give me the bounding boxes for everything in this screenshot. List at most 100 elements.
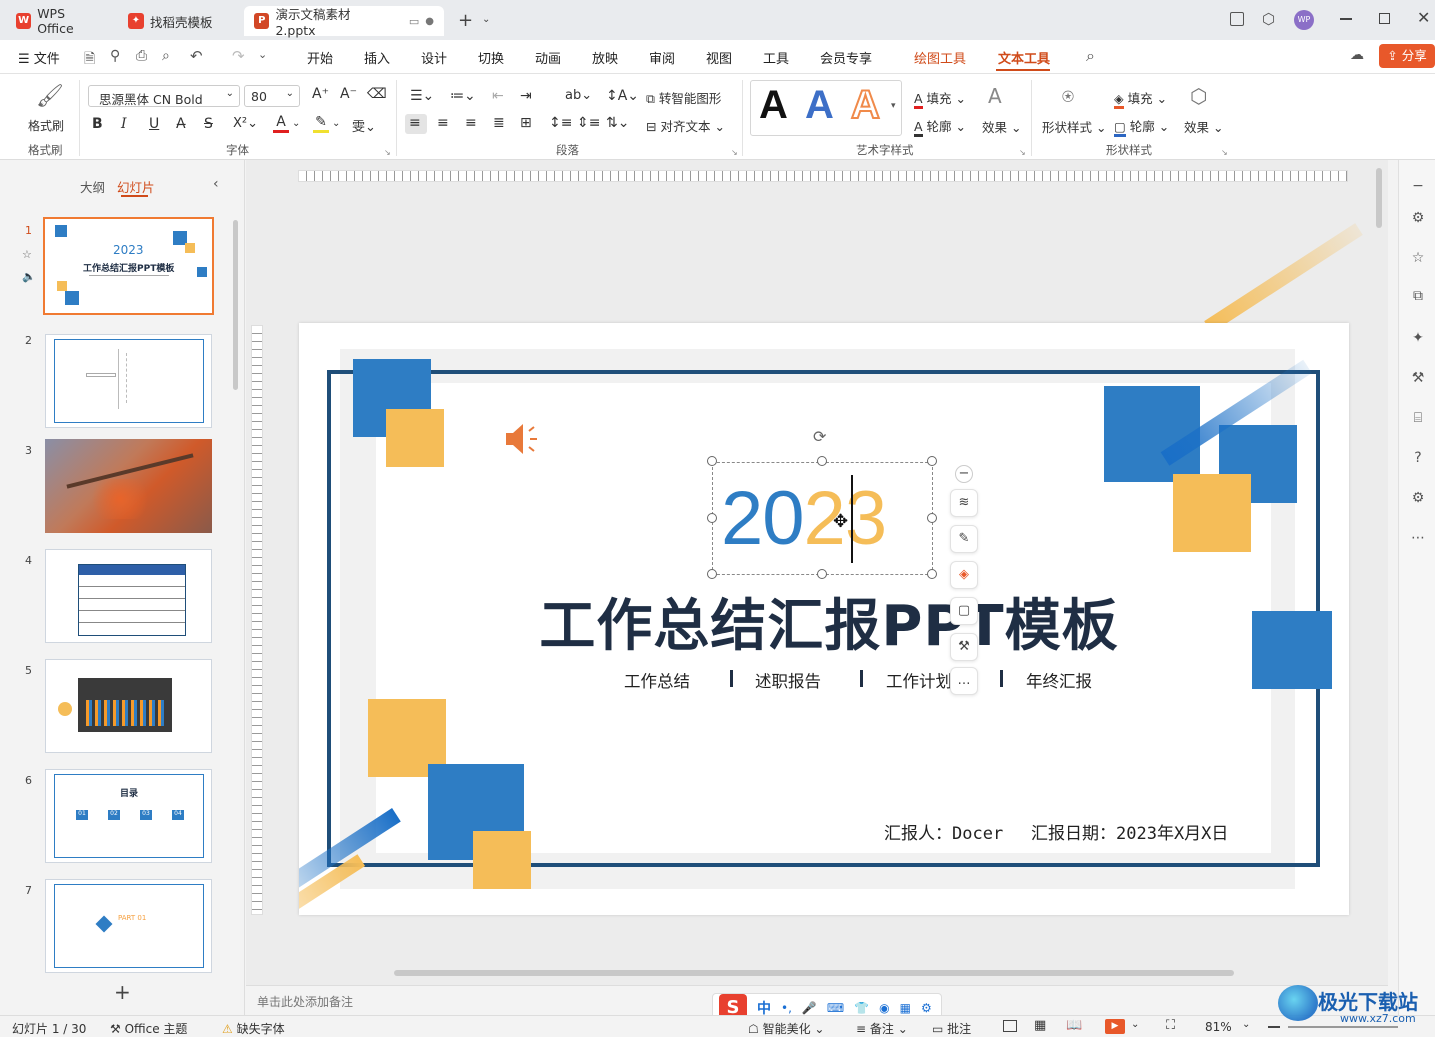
- outline-icon[interactable]: ▢: [950, 597, 978, 625]
- slide-thumb-5[interactable]: [45, 659, 212, 753]
- horizontal-scrollbar[interactable]: [394, 970, 1234, 976]
- tools-icon[interactable]: ⚒: [950, 633, 978, 661]
- resize-handle[interactable]: [707, 569, 717, 579]
- magic-icon[interactable]: ✦: [1410, 330, 1426, 346]
- more-icon[interactable]: …: [950, 667, 978, 695]
- resize-handle[interactable]: [927, 569, 937, 579]
- grid-view-icon[interactable]: ▦: [1034, 1018, 1046, 1033]
- slide-thumb-6[interactable]: 目录 01 02 03 04: [45, 769, 212, 863]
- resize-handle[interactable]: [927, 513, 937, 523]
- close-icon[interactable]: ✕: [1417, 8, 1430, 27]
- slide-thumb-4[interactable]: [45, 549, 212, 643]
- subtitle-item[interactable]: 工作计划: [886, 668, 952, 692]
- vertical-scrollbar[interactable]: [1376, 168, 1382, 228]
- fill-icon[interactable]: ◈: [950, 561, 978, 589]
- format-painter-button[interactable]: 格式刷: [28, 117, 64, 134]
- align-text-button[interactable]: ⊟ 对齐文本 ⌄: [646, 116, 725, 135]
- speaker-icon[interactable]: [504, 421, 540, 457]
- shape-style-button[interactable]: 形状样式 ⌄: [1042, 117, 1106, 136]
- chevron-down-icon[interactable]: ⌄: [1242, 1019, 1250, 1030]
- chevron-down-icon[interactable]: ⌄: [482, 14, 490, 25]
- column-icon[interactable]: ⇅⌄: [606, 115, 629, 131]
- art-style-blue[interactable]: A: [805, 83, 834, 128]
- text-effect-button[interactable]: 效果 ⌄: [982, 117, 1021, 136]
- align-left-icon[interactable]: ≡: [409, 115, 421, 131]
- settings-icon[interactable]: ⚙: [921, 1001, 932, 1015]
- slide-thumb-1[interactable]: 2023 工作总结汇报PPT模板: [43, 217, 214, 315]
- cube-icon[interactable]: ⬡: [1262, 10, 1275, 28]
- superscript-icon[interactable]: X²⌄: [233, 116, 258, 131]
- punctuation-icon[interactable]: •,: [781, 1001, 792, 1015]
- shape-effect-icon[interactable]: ⬡: [1190, 84, 1207, 108]
- font-size-select[interactable]: 80 ⌄: [244, 85, 300, 107]
- mic-icon[interactable]: 🎤: [802, 1001, 817, 1015]
- decrease-font-icon[interactable]: A⁻: [340, 86, 357, 102]
- gallery-more-icon[interactable]: ▾: [891, 101, 896, 111]
- file-menu[interactable]: ☰ 文件: [18, 48, 60, 67]
- theme-button[interactable]: ⚒ Office 主题: [110, 1020, 187, 1037]
- redo-icon[interactable]: ↷: [232, 47, 245, 65]
- tab-text-tools[interactable]: 文本工具: [998, 48, 1050, 67]
- tab-tools[interactable]: 工具: [763, 48, 789, 67]
- bullets-icon[interactable]: ☰⌄: [410, 88, 434, 104]
- smart-shape-button[interactable]: ⧉ 转智能图形: [646, 88, 721, 107]
- distribute-icon[interactable]: ⊞: [520, 115, 532, 131]
- zoom-slider[interactable]: [1288, 1026, 1398, 1028]
- preview-icon[interactable]: ⌕: [162, 48, 170, 64]
- keyboard-icon[interactable]: ⌨: [827, 1001, 844, 1015]
- normal-view-icon[interactable]: [1003, 1020, 1017, 1032]
- layers-icon[interactable]: ≋: [950, 489, 978, 517]
- tab-review[interactable]: 审阅: [649, 48, 675, 67]
- collapse-panel-icon[interactable]: ‹: [213, 176, 219, 192]
- share-button[interactable]: ⇪ 分享: [1379, 44, 1435, 68]
- minimize-icon[interactable]: [1340, 18, 1352, 20]
- rotate-handle-icon[interactable]: ⟳: [813, 427, 826, 446]
- resize-handle[interactable]: [927, 456, 937, 466]
- slide-thumb-3[interactable]: [45, 439, 212, 533]
- tab-slideshow[interactable]: 放映: [592, 48, 618, 67]
- minus-icon[interactable]: −: [1410, 178, 1426, 194]
- shape-effect-button[interactable]: 效果 ⌄: [1184, 117, 1223, 136]
- text-direction-icon[interactable]: ↕A⌄: [606, 88, 639, 104]
- beautify-button[interactable]: ☖ 智能美化 ⌄: [748, 1020, 824, 1037]
- grid-icon[interactable]: ▦: [900, 1001, 911, 1015]
- settings-sliders-icon[interactable]: ⚙: [1410, 210, 1426, 226]
- expand-group-icon[interactable]: ↘: [731, 148, 738, 157]
- tab-home[interactable]: 开始: [307, 48, 333, 67]
- slide-thumb-7[interactable]: PART 01: [45, 879, 212, 973]
- highlight-icon[interactable]: ✎: [313, 114, 329, 133]
- increase-font-icon[interactable]: A⁺: [312, 86, 329, 102]
- font-color-icon[interactable]: A: [273, 114, 289, 133]
- avatar[interactable]: WP: [1294, 10, 1314, 30]
- help-icon[interactable]: ?: [1410, 450, 1426, 466]
- justify-icon[interactable]: ≣: [493, 115, 505, 131]
- resize-handle[interactable]: [817, 456, 827, 466]
- brush-icon[interactable]: ✎: [950, 525, 978, 553]
- undo-icon[interactable]: ↶: [190, 47, 203, 65]
- book-icon[interactable]: ⌸: [1410, 410, 1426, 426]
- reading-view-icon[interactable]: 📖: [1066, 1018, 1082, 1033]
- zoom-out-icon[interactable]: [1268, 1026, 1280, 1028]
- tab-animation[interactable]: 动画: [535, 48, 561, 67]
- numbering-icon[interactable]: ≔⌄: [450, 88, 476, 104]
- tab-presentation[interactable]: P 演示文稿素材2.pptx ▭ ●: [244, 6, 444, 38]
- chevron-down-icon[interactable]: ⌄: [332, 118, 340, 129]
- add-slide-icon[interactable]: +: [114, 980, 131, 1004]
- copy-icon[interactable]: ⧉: [1410, 288, 1426, 304]
- expand-group-icon[interactable]: ↘: [1221, 148, 1228, 157]
- slide-thumb-2[interactable]: [45, 334, 212, 428]
- year-textbox[interactable]: 2023 ✥: [712, 462, 933, 575]
- missing-font-button[interactable]: ⚠ 缺失字体: [222, 1020, 285, 1037]
- tab-design[interactable]: 设计: [421, 48, 447, 67]
- print-icon[interactable]: ⎙: [136, 48, 147, 64]
- shape-outline-button[interactable]: ▢ 轮廓 ⌄: [1114, 116, 1169, 137]
- gear-icon[interactable]: ⚙: [1410, 490, 1426, 506]
- resize-handle[interactable]: [707, 456, 717, 466]
- skin-icon[interactable]: 👕: [854, 1001, 869, 1015]
- tab-outline[interactable]: 大纲: [80, 177, 105, 196]
- tab-transition[interactable]: 切换: [478, 48, 504, 67]
- report-date-text[interactable]: 汇报日期：2023年X月X日: [1031, 819, 1228, 844]
- para-spacing-icon[interactable]: ⇕≡: [577, 115, 600, 131]
- tab-insert[interactable]: 插入: [364, 48, 390, 67]
- subtitle-item[interactable]: 年终汇报: [1026, 668, 1092, 692]
